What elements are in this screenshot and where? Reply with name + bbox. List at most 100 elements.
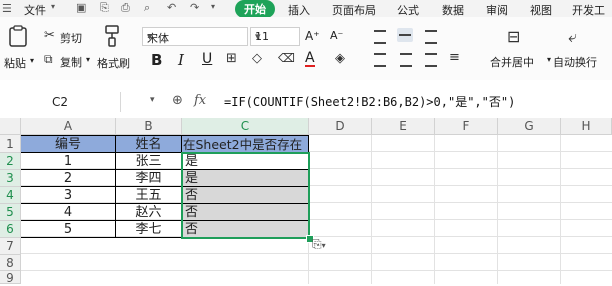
underline-button[interactable]: U <box>202 51 212 67</box>
italic-button[interactable]: I <box>178 51 184 69</box>
merge-dropdown-icon[interactable]: ▾ <box>547 55 551 64</box>
align-left-icon[interactable] <box>374 53 386 67</box>
tab-developer[interactable]: 开发工 <box>572 2 605 18</box>
align-top-icon[interactable] <box>374 30 386 44</box>
merge-center-icon[interactable]: ⊟ <box>507 27 520 46</box>
fill-color-icon[interactable]: ◇ <box>252 51 262 66</box>
print-icon[interactable]: ⎙ <box>121 1 130 15</box>
justify-icon[interactable]: ≡ <box>449 50 460 65</box>
tab-insert[interactable]: 插入 <box>288 2 310 18</box>
align-middle-icon[interactable] <box>397 28 413 42</box>
formula-bar: C2 ▾ ⊕ fx =IF(COUNTIF(Sheet2!B2:B6,B2)>0… <box>0 80 612 119</box>
more-icon[interactable]: ▾ <box>211 2 215 11</box>
save-icon[interactable]: ▣ <box>76 1 86 14</box>
row-header-2[interactable]: 2 <box>0 153 21 170</box>
row-header-4[interactable]: 4 <box>0 187 21 204</box>
paste-icon[interactable] <box>8 25 28 47</box>
column-header-a[interactable]: A <box>21 118 116 135</box>
align-right-icon[interactable] <box>425 53 437 67</box>
ribbon-toolbar: 粘贴 ▾ ✂ 剪切 ⧉ 复制 ▾ 格式刷 宋体 ▾ 11 ▾ A⁺ A⁻ B I… <box>0 17 612 81</box>
chevron-down-icon: ▾ <box>321 241 326 250</box>
row-header-9[interactable]: 9 <box>0 271 21 285</box>
cell-b1[interactable]: 姓名 <box>116 135 182 153</box>
fx-icon[interactable]: fx <box>194 93 206 108</box>
row-header-8[interactable]: 8 <box>0 255 21 271</box>
copy-icon: ⧉ <box>44 52 53 66</box>
cell-b6[interactable]: 李七 <box>116 221 182 238</box>
column-header-f[interactable]: F <box>435 118 498 135</box>
chevron-down-icon: ▾ <box>255 30 261 43</box>
tab-data[interactable]: 数据 <box>442 2 464 18</box>
decrease-font-button[interactable]: A⁻ <box>330 29 343 42</box>
formula-input[interactable]: =IF(COUNTIF(Sheet2!B2:B6,B2)>0,"是","否") <box>224 93 515 110</box>
export-icon[interactable]: ⎘ <box>100 1 109 15</box>
tab-formulas[interactable]: 公式 <box>397 2 419 18</box>
column-header-d[interactable]: D <box>309 118 372 135</box>
scissors-icon: ✂ <box>44 28 55 43</box>
font-size-select[interactable]: 11 ▾ <box>250 27 300 46</box>
row-header-5[interactable]: 5 <box>0 204 21 221</box>
paste-dropdown-icon[interactable]: ▾ <box>30 56 34 65</box>
row-header-3[interactable]: 3 <box>0 170 21 187</box>
wrap-text-button[interactable]: 自动换行 <box>553 54 597 70</box>
paste-button[interactable]: 粘贴 <box>4 55 26 71</box>
tab-view[interactable]: 视图 <box>530 2 552 18</box>
name-box-dropdown-icon[interactable]: ▾ <box>150 95 155 105</box>
select-all-corner[interactable] <box>0 118 21 135</box>
clear-icon[interactable]: ◈ <box>335 51 345 66</box>
redo-icon[interactable]: ↷ <box>190 1 199 14</box>
align-bottom-icon[interactable] <box>425 30 437 44</box>
format-painter-button[interactable]: 格式刷 <box>97 55 130 71</box>
tab-page-layout[interactable]: 页面布局 <box>332 2 376 18</box>
cell-a2[interactable]: 1 <box>21 153 116 170</box>
cell-b4[interactable]: 王五 <box>116 187 182 204</box>
copy-dropdown-icon[interactable]: ▾ <box>86 55 90 64</box>
bold-button[interactable]: B <box>151 51 162 69</box>
cell-c3[interactable]: 是 <box>182 170 309 187</box>
eraser-icon[interactable]: ⌫ <box>278 51 295 65</box>
menu-hamburger-icon[interactable]: ☰ <box>2 2 12 15</box>
format-painter-icon[interactable] <box>103 25 121 47</box>
chevron-down-icon[interactable]: ▾ <box>51 2 55 11</box>
cell-a4[interactable]: 3 <box>21 187 116 204</box>
column-header-c[interactable]: C <box>182 118 309 135</box>
row-header-6[interactable]: 6 <box>0 221 21 238</box>
border-icon[interactable]: ⊞ <box>226 51 237 66</box>
cell-a6[interactable]: 5 <box>21 221 116 238</box>
zoom-icon[interactable]: ⊕ <box>172 93 183 108</box>
cell-a3[interactable]: 2 <box>21 170 116 187</box>
row-header-7[interactable]: 7 <box>0 238 21 255</box>
column-header-e[interactable]: E <box>372 118 435 135</box>
wrap-text-icon[interactable]: ⤶ <box>568 27 577 47</box>
cut-button[interactable]: 剪切 <box>60 30 82 46</box>
cell-c6[interactable]: 否 <box>182 221 309 238</box>
cell-reference: C2 <box>51 95 68 109</box>
row-header-1[interactable]: 1 <box>0 135 21 153</box>
cell-c4[interactable]: 否 <box>182 187 309 204</box>
column-header-b[interactable]: B <box>116 118 182 135</box>
cell-c1[interactable]: 在Sheet2中是否存在 <box>182 135 309 153</box>
cell-c2[interactable]: 是 <box>182 153 309 170</box>
tab-review[interactable]: 审阅 <box>486 2 508 18</box>
column-header-h[interactable]: H <box>561 118 612 135</box>
font-color-button[interactable]: A <box>305 51 315 67</box>
font-name-select[interactable]: 宋体 ▾ <box>142 27 248 46</box>
merge-center-button[interactable]: 合并居中 <box>490 54 534 70</box>
column-header-g[interactable]: G <box>498 118 561 135</box>
name-box[interactable]: C2 <box>0 92 121 112</box>
copy-button[interactable]: 复制 <box>60 54 82 70</box>
undo-icon[interactable]: ↶ <box>167 1 176 14</box>
paste-options-button[interactable]: ⎘▾ <box>312 237 326 252</box>
align-center-icon[interactable] <box>400 53 412 67</box>
cell-c5[interactable]: 否 <box>182 204 309 221</box>
cell-a1[interactable]: 编号 <box>21 135 116 153</box>
file-menu[interactable]: 文件 <box>24 2 46 18</box>
cell-b2[interactable]: 张三 <box>116 153 182 170</box>
cell-b5[interactable]: 赵六 <box>116 204 182 221</box>
cell-a5[interactable]: 4 <box>21 204 116 221</box>
print-preview-icon[interactable]: ⌕ <box>144 1 150 15</box>
increase-font-button[interactable]: A⁺ <box>305 29 320 43</box>
tab-home[interactable]: 开始 <box>235 0 275 18</box>
chevron-down-icon: ▾ <box>147 30 153 43</box>
cell-b3[interactable]: 李四 <box>116 170 182 187</box>
